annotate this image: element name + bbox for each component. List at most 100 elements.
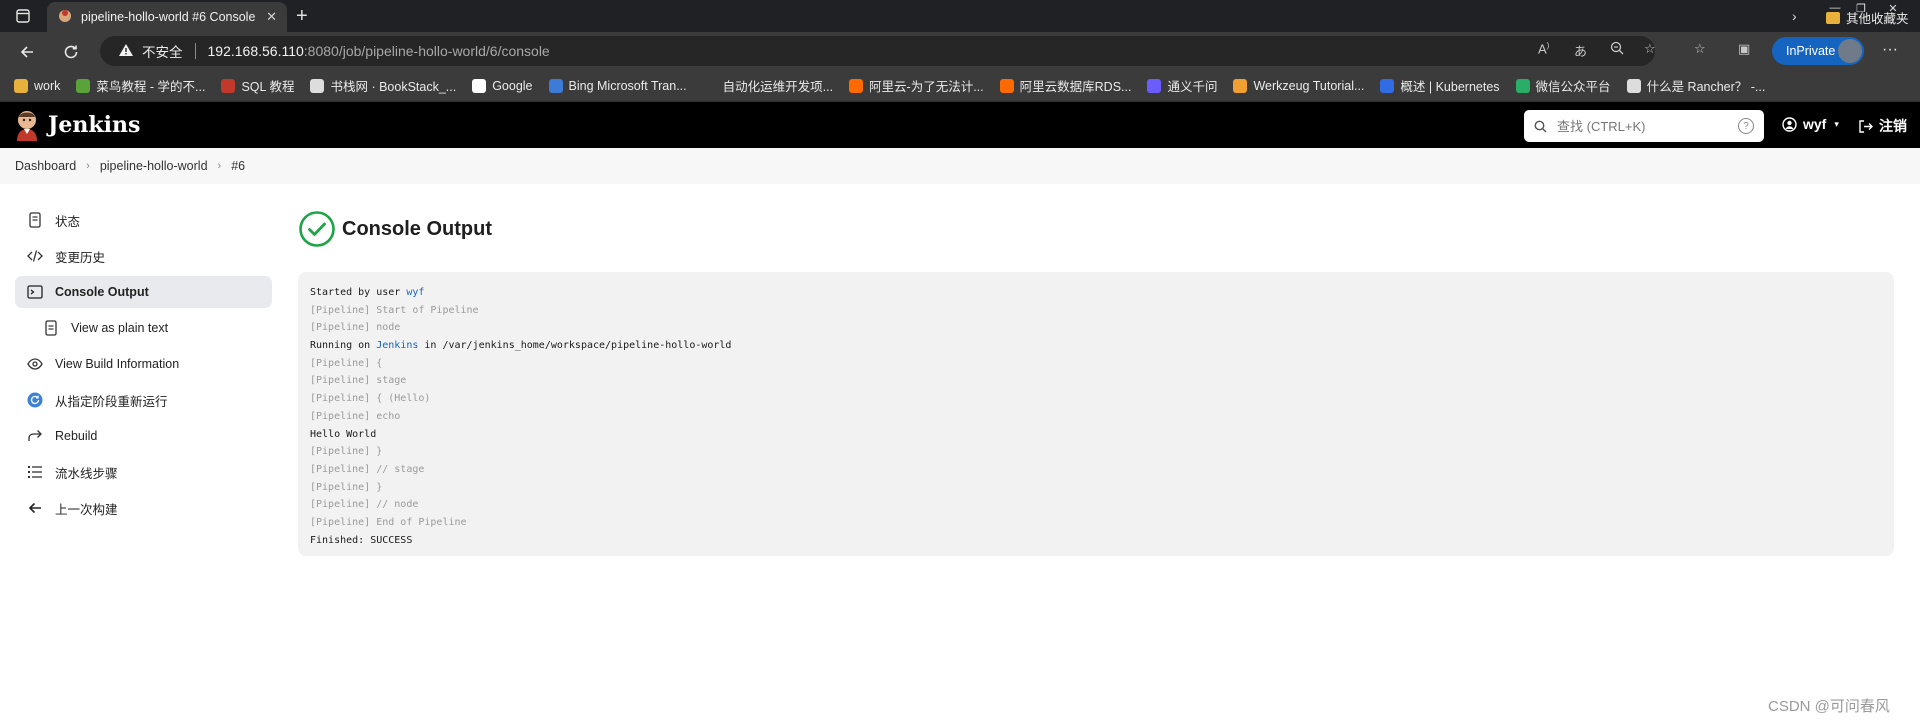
sidebar-item-console-output[interactable]: Console Output (15, 276, 272, 308)
bookmark-label: SQL 教程 (241, 80, 295, 94)
bookmark-item[interactable]: 通义千问 (1147, 76, 1217, 95)
add-favorite-icon[interactable]: ☆ (1644, 41, 1656, 57)
other-favorites-folder[interactable]: 其他收藏夹 (1826, 8, 1909, 27)
jenkins-logo[interactable]: Jenkins (14, 109, 140, 141)
sidebar-item-label: 从指定阶段重新运行 (55, 394, 168, 409)
bookmark-item[interactable]: 书栈网 · BookStack_... (310, 76, 456, 95)
eye-icon (27, 356, 43, 372)
redo-icon (27, 428, 43, 444)
inprivate-button[interactable]: InPrivate (1772, 37, 1864, 65)
bookmark-favicon-icon (548, 78, 563, 93)
sidebar-item-label: 上一次构建 (55, 502, 118, 517)
help-icon[interactable]: ? (1738, 118, 1754, 134)
sidebar-item-rebuild[interactable]: Rebuild (15, 420, 272, 452)
sidebar-item-label: Rebuild (55, 429, 98, 443)
bookmark-favicon-icon (1380, 78, 1395, 93)
logout-label: 注销 (1879, 118, 1907, 134)
bookmark-item[interactable]: 微信公众平台 (1515, 76, 1611, 95)
chevron-down-icon: ▾ (1834, 118, 1839, 129)
profile-avatar (1838, 39, 1862, 63)
new-tab-icon[interactable]: + (296, 5, 308, 27)
bookmark-item[interactable]: 菜鸟教程 - 学的不... (76, 76, 205, 95)
insecure-label[interactable]: 不安全 (142, 41, 183, 61)
console-output: Started by user wyf [Pipeline] Start of … (298, 272, 1894, 556)
breadcrumb-job[interactable]: pipeline-hollo-world (100, 159, 208, 173)
bookmark-item[interactable]: 自动化运维开发项... (702, 76, 833, 95)
sidebar-item-changes[interactable]: 变更历史 (15, 240, 272, 272)
reload-icon[interactable] (60, 41, 82, 63)
bookmark-item[interactable]: Google (472, 78, 533, 93)
search-input[interactable] (1557, 118, 1737, 134)
tab-close-icon[interactable]: ✕ (266, 9, 277, 25)
logout-button[interactable]: 注销 (1858, 116, 1907, 136)
document-icon (27, 212, 43, 228)
bookmark-item[interactable]: Werkzeug Tutorial... (1233, 78, 1364, 93)
read-aloud-icon[interactable]: A) (1538, 41, 1549, 56)
bookmarks-overflow-icon[interactable]: › (1792, 8, 1797, 24)
bookmark-favicon-icon (1233, 78, 1248, 93)
bookmark-label: 什么是 Rancher？ -... (1646, 80, 1766, 94)
bookmark-item[interactable]: work (14, 78, 61, 93)
sidebar-item-label: 状态 (55, 214, 81, 229)
browser-address-bar: 不安全 192.168.56.110:8080/job/pipeline-hol… (0, 32, 1920, 70)
console-line: Hello World (310, 428, 377, 440)
jenkins-butler-icon (17, 111, 37, 141)
console-line: [Pipeline] stage (310, 375, 407, 387)
console-node-link[interactable]: Jenkins (376, 340, 418, 351)
translate-icon[interactable]: あ (1574, 41, 1587, 60)
console-line: [Pipeline] { (Hello) (310, 393, 431, 405)
other-favorites-label: 其他收藏夹 (1846, 12, 1909, 26)
sidebar-item-pipeline-steps[interactable]: 流水线步骤 (15, 456, 272, 488)
user-name: wyf (1803, 116, 1827, 132)
console-line: [Pipeline] End of Pipeline (310, 516, 467, 528)
jenkins-header: Jenkins ? wyf ▾ 注销 (0, 102, 1920, 148)
url-field[interactable]: 不安全 192.168.56.110:8080/job/pipeline-hol… (100, 36, 1655, 66)
browser-tab-active[interactable]: pipeline-hollo-world #6 Console ✕ (47, 2, 287, 32)
bookmark-favicon-icon (76, 78, 91, 93)
tab-actions-icon[interactable] (10, 6, 36, 26)
console-line: [Pipeline] echo (310, 410, 401, 422)
bookmark-label: 阿里云-为了无法计... (869, 80, 984, 94)
sidebar-item-restart-stage[interactable]: 从指定阶段重新运行 (15, 384, 272, 416)
bookmark-label: Google (492, 78, 533, 93)
jenkins-search-box[interactable]: ? (1524, 110, 1764, 142)
bookmark-item[interactable]: 概述 | Kubernetes (1380, 76, 1500, 95)
breadcrumb-dashboard[interactable]: Dashboard (15, 159, 76, 173)
bookmark-item[interactable]: 阿里云-为了无法计... (849, 76, 984, 95)
console-user-link[interactable]: wyf (406, 287, 424, 298)
back-arrow-icon[interactable] (16, 41, 38, 63)
bookmark-item[interactable]: 什么是 Rancher？ -... (1626, 76, 1766, 95)
chevron-right-icon: › (217, 160, 222, 172)
search-icon (1534, 120, 1547, 132)
collections-icon[interactable]: ▣ (1738, 41, 1750, 57)
console-line-finished: Finished: SUCCESS (310, 534, 413, 546)
bookmark-item[interactable]: Bing Microsoft Tran... (548, 78, 687, 93)
console-line: [Pipeline] } (310, 446, 383, 458)
zoom-icon[interactable] (1610, 41, 1624, 58)
sidebar-item-label: View as plain text (71, 321, 169, 335)
console-running-prefix: Running on (310, 340, 377, 352)
bookmark-item[interactable]: 阿里云数据库RDS... (999, 76, 1131, 95)
bookmark-label: Bing Microsoft Tran... (568, 78, 687, 93)
breadcrumb-build[interactable]: #6 (231, 159, 245, 173)
jenkins-favicon-icon (59, 10, 71, 22)
bookmark-item[interactable]: SQL 教程 (221, 76, 294, 95)
folder-icon (1826, 11, 1840, 24)
browser-tab-bar: pipeline-hollo-world #6 Console ✕ + — ❐ … (0, 0, 1920, 32)
csdn-watermark: CSDN @可问春风 (1768, 698, 1890, 715)
user-menu[interactable]: wyf ▾ (1782, 116, 1839, 132)
warning-icon (118, 43, 134, 60)
document-icon (43, 320, 59, 336)
sidebar-item-status[interactable]: 状态 (15, 204, 272, 236)
refresh-icon (27, 392, 43, 408)
terminal-icon (27, 284, 43, 300)
more-options-icon[interactable]: ··· (1882, 41, 1898, 59)
console-line-running: Running on Jenkins in /var/jenkins_home/… (310, 337, 1882, 355)
inprivate-label: InPrivate (1786, 44, 1836, 58)
favorites-icon[interactable]: ☆ (1694, 41, 1706, 57)
sidebar-item-plain-text[interactable]: View as plain text (15, 312, 272, 344)
sidebar-item-build-info[interactable]: View Build Information (15, 348, 272, 380)
bookmark-favicon-icon (1626, 78, 1641, 93)
bookmark-label: work (34, 78, 61, 93)
sidebar-item-previous-build[interactable]: 上一次构建 (15, 492, 272, 524)
